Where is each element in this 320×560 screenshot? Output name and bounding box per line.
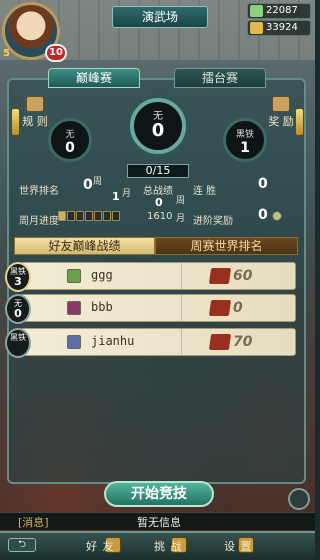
week-progress-label: 周月进度: [19, 216, 59, 227]
lantern-left-icon: [11, 108, 20, 136]
score-icon: [208, 334, 232, 350]
progress-segment: [112, 211, 120, 221]
scroll-icon: [26, 96, 44, 112]
current-tier-ring: 无 0: [130, 98, 186, 154]
chest-icon: [272, 96, 290, 112]
rank-badge: 无 0: [5, 294, 31, 324]
rewards-button[interactable]: 奖 励: [266, 96, 296, 129]
corner-button[interactable]: [288, 488, 310, 510]
progress-segment: [58, 211, 66, 221]
score-value: 60: [233, 268, 253, 284]
player-level-badge: 10: [45, 44, 67, 62]
advance-reward-value: 0: [258, 207, 268, 223]
score-value: 70: [233, 334, 253, 350]
tier-progress: 0/15: [127, 164, 189, 178]
message-tag[interactable]: [消息]: [18, 514, 49, 530]
next-tier-label: 黑铁: [235, 130, 254, 140]
nav-challenge[interactable]: 挑 战: [154, 538, 183, 554]
level-icon: [67, 335, 81, 349]
gold-amount: 33924: [266, 22, 298, 33]
list-item[interactable]: 黑铁 3 ggg 60: [5, 262, 296, 292]
progress-segment: [103, 211, 111, 221]
streak-label: 连 胜: [193, 186, 217, 197]
rules-label: 规 则: [22, 115, 48, 128]
advance-reward-label: 进阶奖励: [193, 216, 233, 227]
total-record-value: 0: [155, 196, 163, 209]
score-icon: [208, 268, 232, 284]
month-char: 月: [122, 189, 132, 199]
next-tier-ring: 黑铁 1: [223, 118, 267, 162]
progress-segment: [85, 211, 93, 221]
total-record-label: 总战绩: [143, 186, 173, 197]
lantern-right-icon: [295, 108, 304, 136]
gold-resource[interactable]: 33924: [247, 20, 311, 36]
rewards-label: 奖 励: [268, 115, 294, 128]
message-text: 暂无信息: [137, 516, 181, 529]
rank-label: 黑铁: [10, 333, 26, 342]
gold-ingot-icon: [250, 22, 263, 34]
back-button[interactable]: ⮌: [8, 538, 36, 552]
player-name: bbb: [91, 300, 113, 314]
next-tier-value: 1: [240, 140, 250, 156]
current-tier-value: 0: [151, 120, 165, 141]
level-icon: [67, 301, 81, 315]
tab-arena-match[interactable]: 擂台赛: [174, 68, 266, 88]
silver-resource[interactable]: 22087: [247, 3, 311, 19]
week-char-2: 周: [176, 196, 186, 206]
nav-settings[interactable]: 设 置: [224, 538, 253, 554]
month-value: 1: [112, 190, 120, 203]
rank-badge: 黑铁 3: [5, 262, 31, 292]
score-icon: [208, 300, 232, 316]
score-value: 0: [233, 300, 243, 316]
player-name: jianhu: [91, 334, 135, 348]
streak-value: 0: [258, 176, 268, 192]
start-match-button[interactable]: 开始竞技: [104, 481, 214, 507]
week-char: 周: [93, 177, 103, 187]
previous-tier-label: 无: [65, 130, 75, 140]
tab-peak-match[interactable]: 巅峰赛: [48, 68, 140, 88]
divider: [181, 263, 182, 289]
nav-friends[interactable]: 好 友: [86, 538, 115, 554]
rank-badge: 黑铁: [5, 328, 31, 358]
progress-segment: [94, 211, 102, 221]
previous-tier-value: 0: [65, 140, 75, 156]
progress-segment: [67, 211, 75, 221]
list-item[interactable]: 黑铁 jianhu 70: [5, 328, 296, 358]
world-rank-label: 世界排名: [19, 186, 59, 197]
silver-coin-icon: [250, 5, 263, 17]
world-rank-value: 0: [83, 177, 93, 193]
list-item[interactable]: 无 0 bbb 0: [5, 294, 296, 324]
rank-num: 0: [14, 307, 22, 320]
reward-coin-icon: [272, 211, 282, 221]
page-title: 演武场: [112, 6, 208, 28]
player-level-left: 5: [3, 48, 10, 59]
silver-amount: 22087: [266, 5, 298, 16]
progress-segment: [76, 211, 84, 221]
month-char-2: 月: [176, 214, 186, 224]
tab-friends-record[interactable]: 好友巅峰战绩: [14, 237, 155, 255]
divider: [181, 295, 182, 321]
previous-tier-ring: 无 0: [48, 118, 92, 162]
level-icon: [67, 269, 81, 283]
rank-num: 3: [14, 275, 22, 288]
tab-weekly-world-rank[interactable]: 周赛世界排名: [155, 237, 298, 255]
divider: [181, 329, 182, 355]
total-record-sub: 1610: [147, 211, 173, 222]
player-name: ggg: [91, 268, 113, 282]
rules-button[interactable]: 规 则: [20, 96, 50, 129]
